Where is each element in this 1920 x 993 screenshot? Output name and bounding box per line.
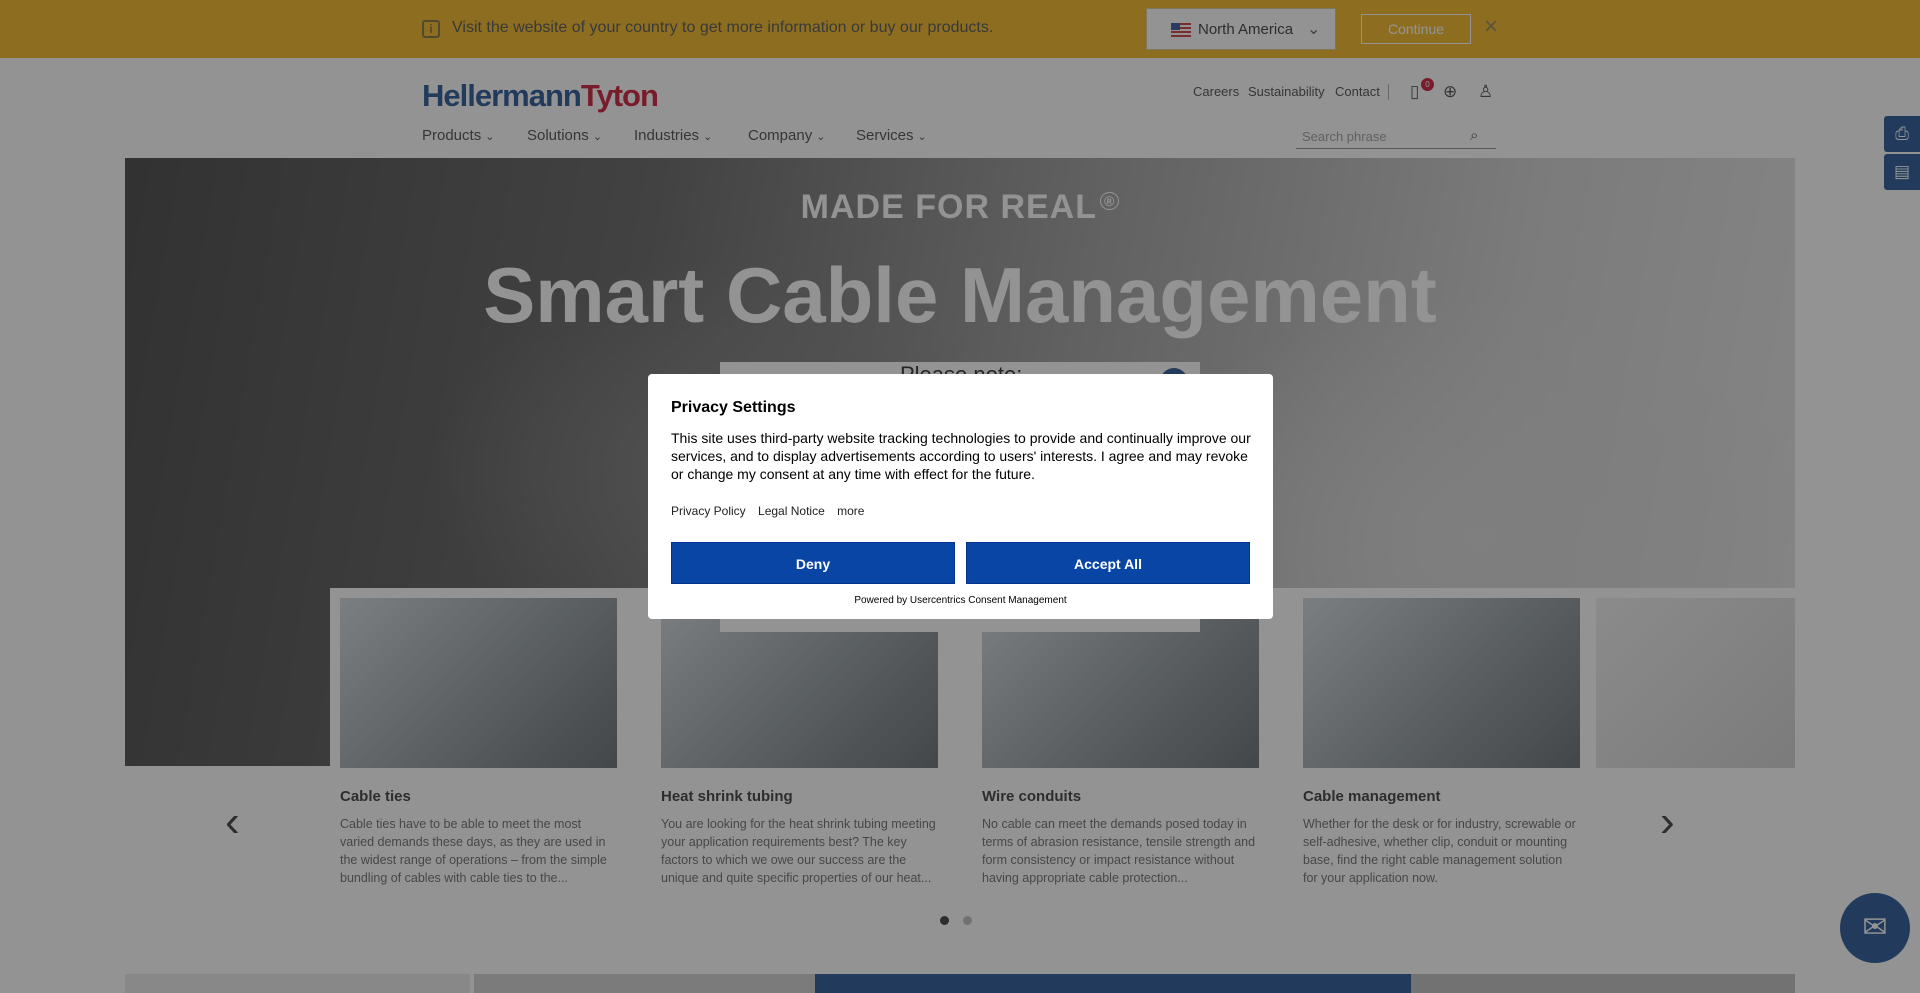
- privacy-links: Privacy Policy Legal Notice more: [671, 504, 873, 518]
- accept-all-button[interactable]: Accept All: [966, 542, 1250, 584]
- deny-button[interactable]: Deny: [671, 542, 955, 584]
- privacy-title: Privacy Settings: [671, 399, 796, 416]
- privacy-policy-link[interactable]: Privacy Policy: [671, 504, 746, 518]
- legal-notice-link[interactable]: Legal Notice: [758, 504, 825, 518]
- privacy-body: This site uses third-party website track…: [671, 430, 1251, 482]
- privacy-dialog: Privacy Settings This site uses third-pa…: [648, 374, 1273, 619]
- more-link[interactable]: more: [837, 504, 864, 518]
- powered-by: Powered by Usercentrics Consent Manageme…: [854, 595, 1067, 606]
